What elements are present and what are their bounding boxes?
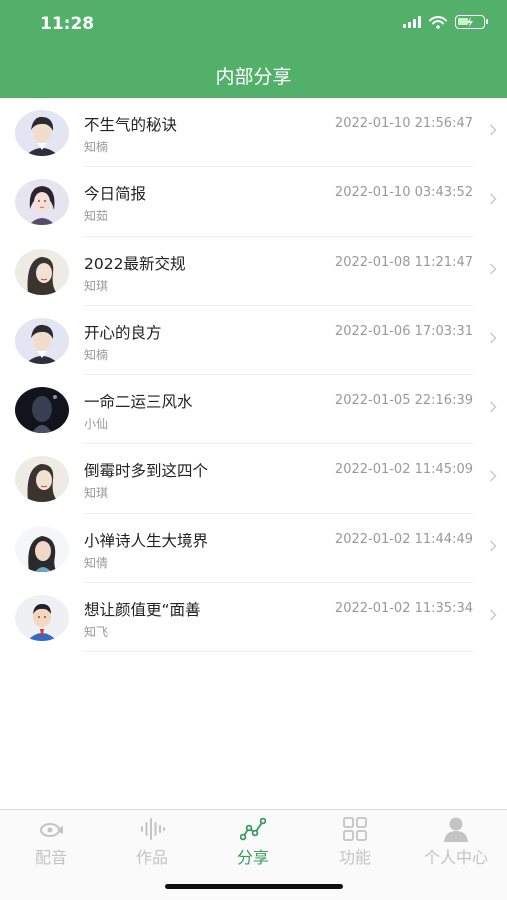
tab-label: 分享 xyxy=(236,848,269,867)
share-author: 知飞 xyxy=(84,625,109,640)
app-header: 11:28 内部分享 xyxy=(0,0,507,98)
woman-sketch-avatar xyxy=(15,456,69,503)
share-time: 2022-01-02 11:44:49 xyxy=(334,531,473,547)
cellular-signal-icon xyxy=(403,16,421,28)
share-author: 知茹 xyxy=(84,209,109,224)
man-cartoon-avatar xyxy=(15,595,69,642)
tab-dubbing[interactable]: 配音 xyxy=(11,816,91,868)
share-title: 开心的良方 xyxy=(84,323,162,342)
share-author: 知琪 xyxy=(84,486,109,501)
share-title: 不生气的秘诀 xyxy=(84,116,178,134)
woman-illustration-avatar xyxy=(15,179,69,226)
man-illustration-avatar xyxy=(15,317,69,364)
share-time: 2022-01-02 11:45:09 xyxy=(334,462,473,478)
status-time: 11:28 xyxy=(40,14,95,34)
share-time: 2022-01-10 21:56:47 xyxy=(334,116,473,131)
tab-works[interactable]: 作品 xyxy=(112,816,192,868)
chevron-right-icon xyxy=(490,332,497,344)
tab-share[interactable]: 分享 xyxy=(213,816,293,868)
list-item[interactable]: 不生气的秘诀 知楠 2022-01-10 21:56:47 xyxy=(0,98,507,168)
list-item[interactable]: 开心的良方 知楠 2022-01-06 17:03:31 xyxy=(0,306,507,376)
chevron-right-icon xyxy=(490,263,497,275)
share-title: 小禅诗人生大境界 xyxy=(84,531,209,550)
man-illustration-avatar xyxy=(15,110,69,156)
wifi-icon xyxy=(429,15,447,29)
share-title: 想让颜值更“面善 xyxy=(84,601,201,620)
waveform-icon xyxy=(141,818,165,840)
chevron-right-icon xyxy=(490,193,497,205)
share-time: 2022-01-06 17:03:31 xyxy=(334,323,473,339)
home-indicator xyxy=(165,884,343,889)
share-author: 知倩 xyxy=(84,555,109,570)
share-title: 2022最新交规 xyxy=(84,254,186,273)
tab-profile[interactable]: 个人中心 xyxy=(416,816,496,868)
share-author: 知琪 xyxy=(84,278,109,293)
list-item[interactable]: 倒霉时多到这四个 知琪 2022-01-02 11:45:09 xyxy=(0,444,507,514)
page-title: 内部分享 xyxy=(215,66,292,88)
share-time: 2022-01-10 03:43:52 xyxy=(334,185,473,201)
share-author: 知楠 xyxy=(84,347,109,362)
share-time: 2022-01-08 11:21:47 xyxy=(334,254,473,270)
woman-sketch-avatar xyxy=(15,248,69,295)
status-icons xyxy=(403,15,488,29)
share-time: 2022-01-02 11:35:34 xyxy=(334,601,473,617)
chevron-right-icon xyxy=(490,540,497,552)
tab-label: 配音 xyxy=(34,848,67,867)
share-title: 一命二运三风水 xyxy=(84,393,193,412)
share-title: 今日简报 xyxy=(84,185,147,204)
list-item[interactable]: 小禅诗人生大境界 知倩 2022-01-02 11:44:49 xyxy=(0,514,507,584)
list-item[interactable]: 今日简报 知茹 2022-01-10 03:43:52 xyxy=(0,167,507,237)
chevron-right-icon xyxy=(490,401,497,413)
share-graph-icon xyxy=(240,817,266,841)
share-title: 倒霉时多到这四个 xyxy=(84,462,209,481)
share-author: 小仙 xyxy=(84,417,109,432)
chevron-right-icon xyxy=(490,124,497,136)
tab-label: 个人中心 xyxy=(423,848,488,867)
chevron-right-icon xyxy=(490,609,497,621)
tab-label: 功能 xyxy=(338,848,371,867)
microphone-icon xyxy=(40,823,63,837)
dark-figure-avatar xyxy=(15,387,69,434)
share-time: 2022-01-05 22:16:39 xyxy=(334,393,473,409)
list-item[interactable]: 2022最新交规 知琪 2022-01-08 11:21:47 xyxy=(0,237,507,306)
tab-label: 作品 xyxy=(135,848,168,867)
list-item[interactable]: 一命二运三风水 小仙 2022-01-05 22:16:39 xyxy=(0,375,507,445)
woman-photo-avatar xyxy=(15,525,69,572)
battery-icon xyxy=(455,15,488,29)
grid-icon xyxy=(343,817,367,841)
person-icon xyxy=(444,817,468,842)
list-item[interactable]: 想让颜值更“面善 知飞 2022-01-02 11:35:34 xyxy=(0,583,507,653)
share-author: 知楠 xyxy=(84,140,109,154)
chevron-right-icon xyxy=(490,470,497,482)
tab-features[interactable]: 功能 xyxy=(315,816,395,868)
row-divider xyxy=(84,651,473,653)
share-list: 不生气的秘诀 知楠 2022-01-10 21:56:47 今日简报 知茹 20… xyxy=(0,98,507,653)
